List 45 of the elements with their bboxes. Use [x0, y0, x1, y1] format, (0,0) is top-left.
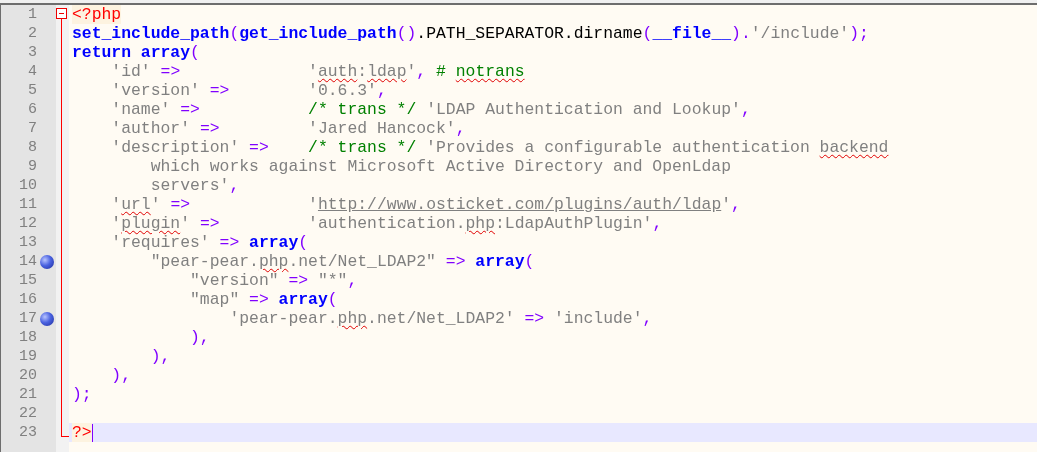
- line-number: 19: [18, 347, 38, 366]
- line-number: 16: [18, 290, 38, 309]
- line-number: 1: [27, 5, 38, 24]
- code-line: 'pear-pear.php.net/Net_LDAP2' => 'include',: [228, 309, 653, 328]
- code-line: ),: [110, 366, 132, 385]
- code-line: ),: [189, 328, 210, 347]
- line-number: 11: [18, 195, 38, 214]
- code-line: 'id' => 'auth:ldap', # notrans: [110, 62, 525, 81]
- code-line: ),: [149, 347, 171, 366]
- code-line: 'author' => 'Jared Hancock',: [110, 119, 466, 138]
- code-line: 'description' => /* trans */ 'Provides a configurable authentication backend: [110, 138, 889, 157]
- line-number: 18: [18, 328, 38, 347]
- line-number: 4: [27, 62, 38, 81]
- line-number: 10: [18, 176, 38, 195]
- code-line: 'version' => '0.6.3',: [110, 81, 387, 100]
- collapse-toggle[interactable]: [56, 5, 67, 24]
- line-number: 22: [18, 404, 38, 423]
- code-line: );: [72, 385, 92, 404]
- code-line: 'plugin' => 'authentication.php:LdapAuthPlugin',: [110, 214, 663, 233]
- line-number: 12: [18, 214, 38, 233]
- code-line: "version" => "*",: [189, 271, 358, 290]
- line-number: 3: [27, 43, 38, 62]
- line-number: 2: [27, 24, 38, 43]
- code-line: servers',: [149, 176, 240, 195]
- line-number: 17: [18, 309, 38, 328]
- line-number: 21: [18, 385, 38, 404]
- line-number: 20: [18, 366, 38, 385]
- code-line: set_include_path(get_include_path().PATH_SEPARATOR.dirname(__file__).'/include');: [72, 24, 869, 43]
- line-number: 13: [18, 233, 38, 252]
- code-line: return array(: [72, 43, 200, 62]
- line-number: 15: [18, 271, 38, 290]
- code-line: 'requires' => array(: [110, 233, 309, 252]
- code-line: 'name' => /* trans */ 'LDAP Authentication and Lookup',: [110, 100, 751, 119]
- line-number: 7: [27, 119, 38, 138]
- line-number: 14: [18, 252, 38, 271]
- code-line: which works against Microsoft Active Directory and OpenLdap: [149, 157, 731, 176]
- line-number: 6: [27, 100, 38, 119]
- code-line: 'url' => 'http://www.osticket.com/plugins/auth/ldap',: [110, 195, 741, 214]
- code-line: "pear-pear.php.net/Net_LDAP2" => array(: [149, 252, 535, 271]
- line-number: 5: [27, 81, 38, 100]
- line-number: 9: [27, 157, 38, 176]
- line-number: 8: [27, 138, 38, 157]
- code-line: "map" => array(: [189, 290, 338, 309]
- line-number: 23: [18, 423, 38, 442]
- text-cursor: [91, 423, 94, 442]
